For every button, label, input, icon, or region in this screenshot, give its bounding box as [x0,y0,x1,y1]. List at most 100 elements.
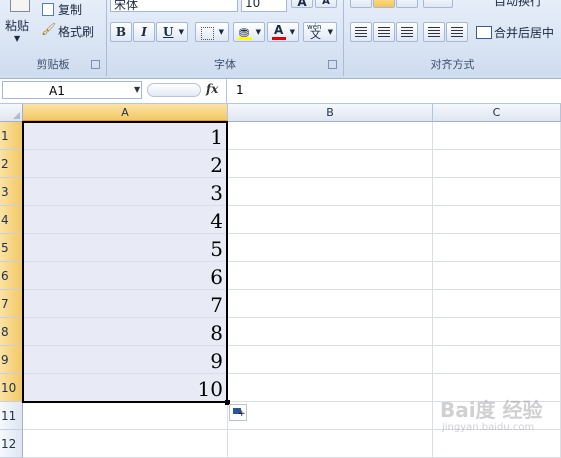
cell-a[interactable]: 2 [23,150,228,178]
cell-c[interactable] [433,150,561,178]
italic-button[interactable]: I [133,22,155,42]
cell-c[interactable] [433,122,561,150]
underline-button[interactable]: U ▼ [156,22,188,42]
phonetic-char: 文 [310,28,321,41]
cell-b[interactable] [228,178,433,206]
column-header-b[interactable]: B [228,104,433,122]
increase-indent-button[interactable] [446,22,468,42]
cell-c[interactable] [433,234,561,262]
chevron-down-icon[interactable]: ▼ [134,85,140,94]
format-painter-button[interactable]: 🖌 格式刷 [40,22,102,40]
cell-a[interactable]: 4 [23,206,228,234]
column-header-c[interactable]: C [433,104,561,122]
merge-center-button[interactable]: 合并后居中 [474,22,560,42]
increase-indent-icon [451,27,463,37]
name-box[interactable]: A1 [2,81,142,99]
align-center-button[interactable] [373,22,395,42]
cell-a[interactable]: 6 [23,262,228,290]
cell-b[interactable] [228,346,433,374]
borders-button[interactable]: ▼ [195,22,229,42]
wrap-text-button[interactable]: 自动换行 [474,0,558,8]
formula-input[interactable]: 1 [236,83,244,97]
row-header[interactable]: 7 [0,290,23,318]
cell-c[interactable] [433,206,561,234]
cell-a[interactable]: 10 [23,374,228,402]
select-all-corner[interactable] [0,104,23,122]
copy-label: 复制 [58,3,83,17]
align-bottom-button[interactable] [396,0,418,8]
align-right-button[interactable] [396,22,418,42]
cell-c[interactable] [433,178,561,206]
cell-b[interactable] [228,262,433,290]
alignment-group: 自动换行 合并后居中 对齐方式 [344,0,561,76]
alignment-group-label: 对齐方式 [430,58,475,71]
paste-icon [10,0,30,12]
row-header[interactable]: 1 [0,122,23,150]
decrease-indent-icon [428,27,440,37]
bold-button[interactable]: B [110,22,132,42]
underline-glyph: U [163,25,174,39]
row-header[interactable]: 9 [0,346,23,374]
font-color-button[interactable]: A ▼ [267,22,299,42]
cell-a[interactable]: 8 [23,318,228,346]
font-size-value: 10 [245,0,261,10]
cell-b[interactable] [228,318,433,346]
cell-c[interactable] [433,290,561,318]
chevron-down-icon: ▼ [14,34,21,43]
row-header[interactable]: 4 [0,206,23,234]
cell-b[interactable] [228,402,433,430]
grow-font-button[interactable]: A [291,0,313,9]
row-header[interactable]: 12 [0,430,23,458]
row-header[interactable]: 2 [0,150,23,178]
cell-b[interactable] [228,122,433,150]
row-header[interactable]: 11 [0,402,23,430]
cell-a[interactable]: 9 [23,346,228,374]
cell-a[interactable]: 5 [23,234,228,262]
cell-a[interactable]: 1 [23,122,228,150]
decrease-indent-button[interactable] [423,22,445,42]
font-name-select[interactable]: 宋体 [110,0,238,12]
insert-function-icon[interactable]: fx [206,82,218,96]
phonetic-button[interactable]: wén 文 ▼ [303,22,337,42]
ribbon: 粘贴 ▼ 复制 🖌 格式刷 剪贴板 宋体 10 A A B I U ▼ ▼ ⛃ … [0,0,561,79]
cell-a[interactable] [23,402,228,430]
row-header[interactable]: 10 [0,374,23,402]
align-center-icon [378,27,390,37]
cell-a[interactable] [23,430,228,458]
align-middle-button[interactable] [373,0,395,8]
paste-button[interactable]: 粘贴 ▼ [2,0,36,52]
cell-c[interactable] [433,346,561,374]
shrink-font-button[interactable]: A [315,0,337,8]
font-size-select[interactable]: 10 [241,0,287,12]
cell-a[interactable]: 3 [23,178,228,206]
splitter-handle[interactable] [147,83,201,97]
auto-fill-options-button[interactable]: + [229,404,247,421]
copy-icon [42,3,54,16]
cell-b[interactable] [228,234,433,262]
cell-b[interactable] [228,206,433,234]
font-color-bar [272,37,286,40]
align-left-button[interactable] [350,22,372,42]
row-header[interactable]: 6 [0,262,23,290]
column-header-a[interactable]: A [23,104,228,122]
fill-color-button[interactable]: ⛃ ▼ [233,22,265,42]
align-top-button[interactable] [350,0,372,8]
shrink-font-glyph: A [322,0,330,7]
cell-b[interactable] [228,290,433,318]
row-header[interactable]: 5 [0,234,23,262]
cell-c[interactable] [433,318,561,346]
copy-button[interactable]: 复制 [40,0,100,18]
row-header[interactable]: 3 [0,178,23,206]
paste-label: 粘贴 [5,19,30,33]
merge-center-label: 合并后居中 [494,26,555,40]
chevron-down-icon: ▼ [255,28,261,36]
cell-b[interactable] [228,150,433,178]
cell-a[interactable]: 7 [23,290,228,318]
row-header[interactable]: 8 [0,318,23,346]
cell-b[interactable] [228,430,433,458]
clipboard-launcher-icon[interactable] [91,60,100,69]
font-launcher-icon[interactable] [328,60,337,69]
cell-c[interactable] [433,262,561,290]
orientation-button[interactable] [423,0,453,8]
cell-b[interactable] [228,374,433,402]
